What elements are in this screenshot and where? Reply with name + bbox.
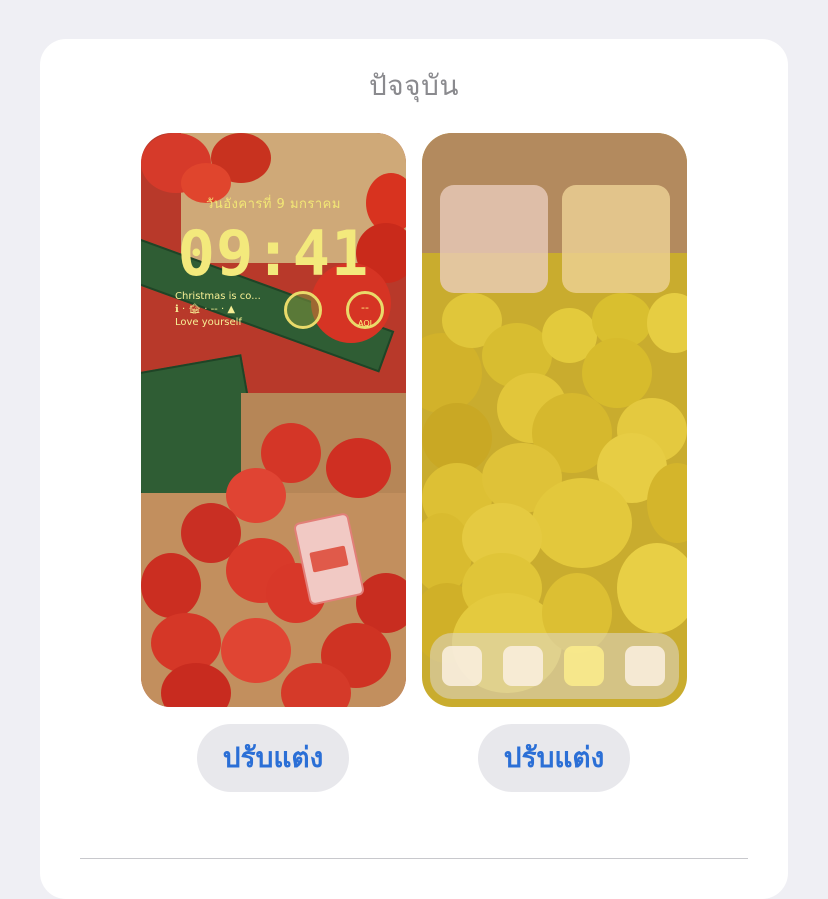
dock-app-icon[interactable] (564, 646, 604, 686)
lemon (617, 543, 687, 633)
home-screen-preview[interactable] (422, 133, 687, 707)
dock-app-icon[interactable] (503, 646, 543, 686)
divider (80, 858, 748, 859)
lock-time: 09:41 (177, 217, 370, 290)
customize-lock-screen-button[interactable]: ปรับแต่ง (197, 724, 349, 792)
lemon (582, 338, 652, 408)
reminder-widget-title: Christmas is co... (175, 291, 261, 302)
lock-date: วันอังคารที่ 9 มกราคม (206, 197, 341, 212)
tomato (221, 618, 291, 683)
customize-home-screen-button[interactable]: ปรับแต่ง (478, 724, 630, 792)
tomato (326, 438, 391, 498)
home-widget-left[interactable] (440, 185, 548, 293)
reminder-widget-note: Love yourself (175, 317, 242, 328)
reminder-widget-icons: ℹ · 🏚 · -- · ▲ (175, 304, 236, 315)
tomato (141, 553, 201, 618)
section-title: ปัจจุบัน (369, 69, 459, 102)
dock-app-icon[interactable] (625, 646, 665, 686)
lemon (647, 293, 687, 353)
lemon (532, 478, 632, 568)
dock-app-icon[interactable] (442, 646, 482, 686)
lock-screen-preview[interactable]: วันอังคารที่ 9 มกราคม 09:41 Christmas is… (141, 133, 406, 707)
aqi-gauge-label: AQI (358, 319, 372, 328)
home-widget-right[interactable] (562, 185, 670, 293)
aqi-gauge-value: -- (361, 301, 369, 314)
dock (430, 633, 679, 699)
clock-widget-icon (284, 291, 322, 329)
